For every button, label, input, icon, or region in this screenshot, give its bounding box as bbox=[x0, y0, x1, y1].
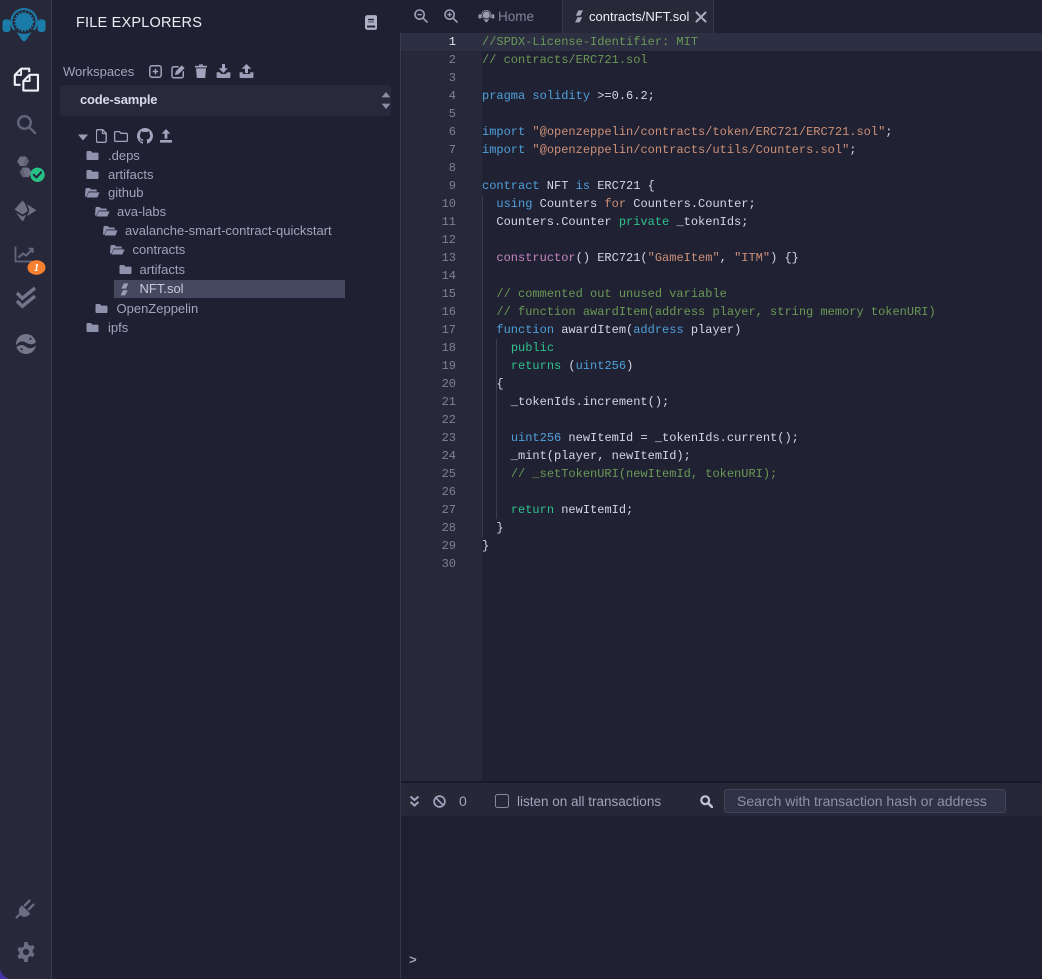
svg-text:1: 1 bbox=[34, 262, 40, 274]
